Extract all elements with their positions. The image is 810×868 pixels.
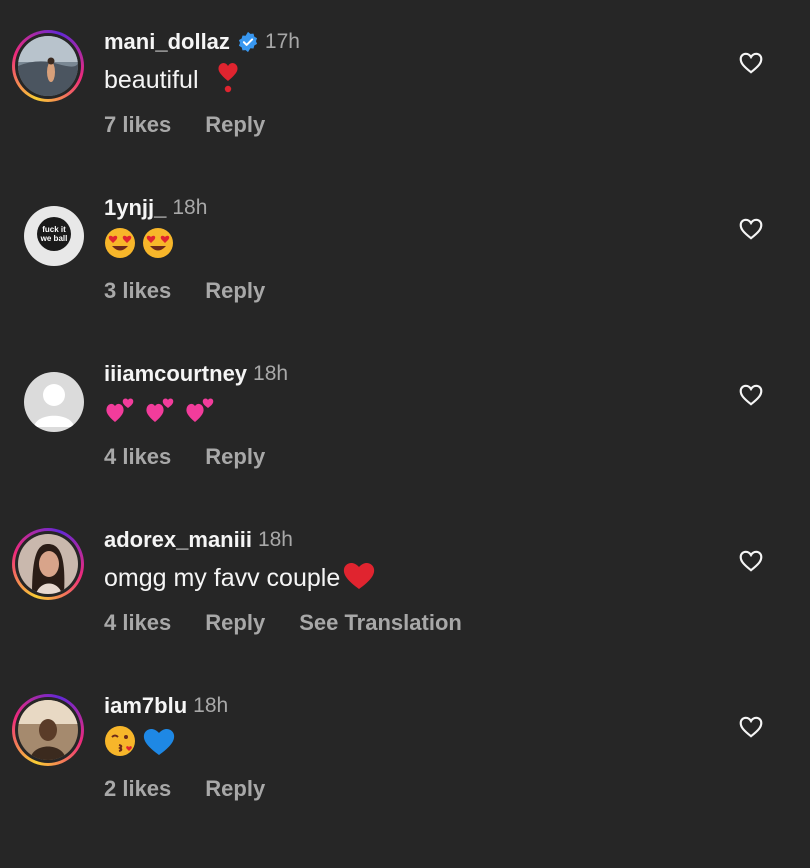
comment-text: omgg my favv couple xyxy=(104,560,382,596)
avatar xyxy=(18,36,78,96)
svg-text:we ball: we ball xyxy=(40,234,68,243)
svg-text:fuck it: fuck it xyxy=(42,225,66,234)
heart-outline-icon[interactable] xyxy=(738,382,764,408)
username[interactable]: adorex_maniii xyxy=(104,527,252,553)
reply-button[interactable]: Reply xyxy=(205,278,265,304)
avatar-story-ring[interactable] xyxy=(12,528,84,600)
heart-outline-icon[interactable] xyxy=(738,216,764,242)
two-hearts-emoji xyxy=(104,392,138,433)
comment-text xyxy=(104,227,180,266)
two-hearts-emoji xyxy=(144,392,178,433)
see-translation-button[interactable]: See Translation xyxy=(299,610,462,636)
heart-eyes-emoji xyxy=(142,227,174,266)
likes-count[interactable]: 3 likes xyxy=(104,278,171,304)
username[interactable]: 1ynjj_ xyxy=(104,195,166,221)
heart-exclamation-emoji xyxy=(217,61,239,100)
two-hearts-emoji xyxy=(184,392,218,433)
username[interactable]: iiiamcourtney xyxy=(104,361,247,387)
red-heart-emoji xyxy=(342,559,376,598)
likes-count[interactable]: 4 likes xyxy=(104,610,171,636)
avatar[interactable]: fuck it we ball xyxy=(24,206,84,266)
comment-item: mani_dollaz 17h beautiful 7 likes Reply xyxy=(0,29,810,204)
comment-item: iiiamcourtney 18h 4 likes Reply xyxy=(0,361,810,536)
avatar-story-ring[interactable] xyxy=(12,694,84,766)
verified-badge-icon xyxy=(237,31,259,53)
username[interactable]: mani_dollaz xyxy=(104,29,230,55)
heart-eyes-emoji xyxy=(104,227,136,266)
reply-button[interactable]: Reply xyxy=(205,112,265,138)
likes-count[interactable]: 2 likes xyxy=(104,776,171,802)
heart-outline-icon[interactable] xyxy=(738,548,764,574)
heart-outline-icon[interactable] xyxy=(738,714,764,740)
timestamp: 18h xyxy=(172,196,208,219)
timestamp: 17h xyxy=(264,30,300,53)
timestamp: 18h xyxy=(257,528,293,551)
reply-button[interactable]: Reply xyxy=(205,610,265,636)
comment-item: adorex_maniii 18h omgg my favv couple 4 … xyxy=(0,527,810,702)
comment-text xyxy=(104,725,182,764)
avatar xyxy=(18,700,78,760)
comment-item: iam7blu 18h 2 likes Reply xyxy=(0,693,810,868)
kissing-face-emoji xyxy=(104,725,136,764)
heart-outline-icon[interactable] xyxy=(738,50,764,76)
likes-count[interactable]: 4 likes xyxy=(104,444,171,470)
avatar[interactable] xyxy=(24,372,84,432)
likes-count[interactable]: 7 likes xyxy=(104,112,171,138)
comment-item: fuck it we ball 1ynjj_ 18h 3 likes Reply xyxy=(0,195,810,370)
timestamp: 18h xyxy=(193,694,229,717)
avatar-story-ring[interactable] xyxy=(12,30,84,102)
comment-text xyxy=(104,394,224,430)
reply-button[interactable]: Reply xyxy=(205,776,265,802)
username[interactable]: iam7blu xyxy=(104,693,187,719)
comment-text: beautiful xyxy=(104,62,245,98)
reply-button[interactable]: Reply xyxy=(205,444,265,470)
blue-heart-emoji xyxy=(142,725,176,764)
avatar xyxy=(18,534,78,594)
timestamp: 18h xyxy=(253,362,289,385)
